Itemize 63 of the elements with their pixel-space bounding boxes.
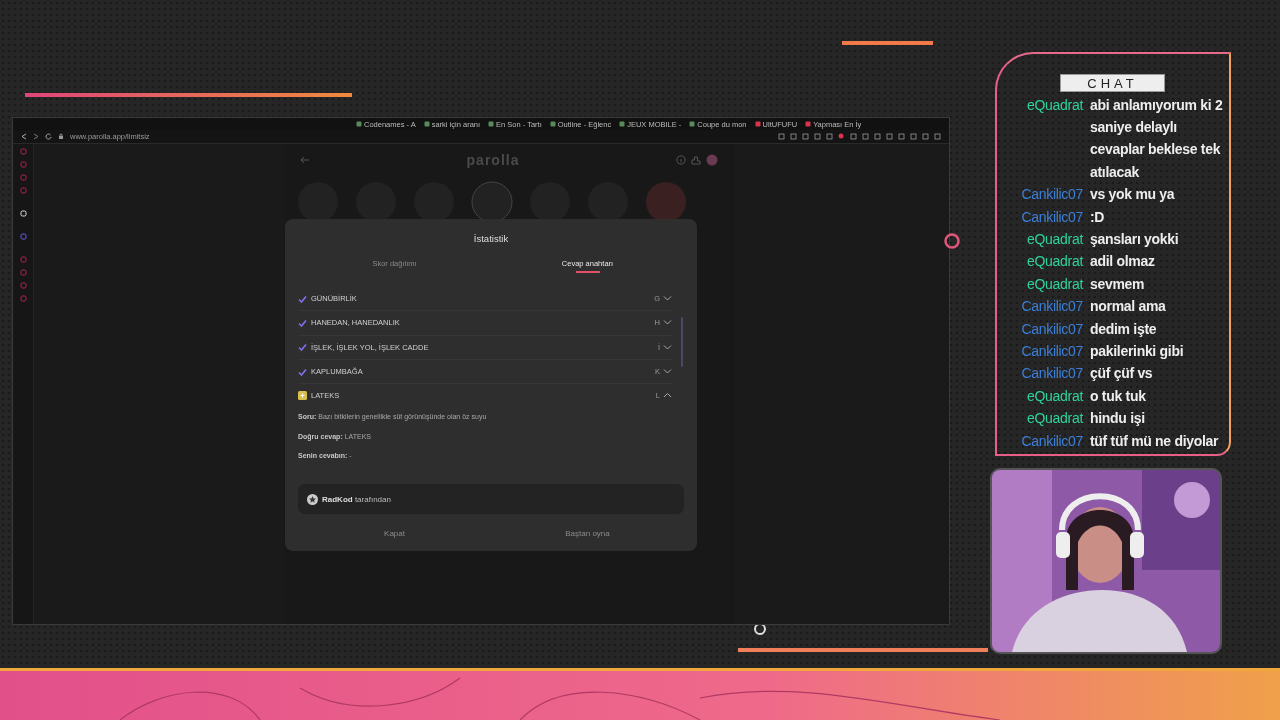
dialog-button[interactable]: Kapat bbox=[298, 528, 491, 539]
tab-favicon-icon bbox=[619, 121, 626, 127]
record-icon bbox=[838, 133, 845, 140]
chat-username: Cankilic07 bbox=[1020, 341, 1083, 361]
check-icon bbox=[298, 367, 307, 376]
chat-message: normal ama bbox=[1090, 297, 1167, 317]
tab-favicon-icon bbox=[689, 121, 696, 127]
tab-favicon-icon bbox=[805, 121, 812, 127]
chat-username: eQuadrat bbox=[1026, 252, 1083, 272]
check-icon bbox=[298, 294, 307, 303]
check-icon bbox=[298, 343, 307, 352]
plus-icon bbox=[298, 391, 307, 401]
forward-icon bbox=[33, 133, 39, 140]
chat-message: o tuk tuk bbox=[1090, 386, 1147, 406]
expand-chevron-icon[interactable] bbox=[663, 295, 672, 303]
scrollbar-thumb[interactable] bbox=[681, 317, 683, 367]
chat-title: CHAT bbox=[1060, 74, 1165, 92]
avatar-icon bbox=[706, 154, 718, 166]
expand-chevron-icon[interactable] bbox=[663, 368, 672, 376]
chat-username: Cankilic07 bbox=[1020, 207, 1083, 227]
chat-username: Cankilic07 bbox=[1020, 431, 1083, 451]
chat-message: şansları yokki bbox=[1090, 229, 1180, 249]
tab-favicon-icon bbox=[488, 121, 495, 127]
check-icon bbox=[298, 318, 307, 327]
chart-icon bbox=[691, 155, 701, 165]
chat-username: Cankilic07 bbox=[1020, 319, 1083, 339]
chat-username: eQuadrat bbox=[1026, 229, 1083, 249]
reload-icon bbox=[45, 133, 52, 140]
chat-username: Cankilic07 bbox=[1020, 364, 1083, 384]
tab-favicon-icon bbox=[754, 121, 761, 127]
chat-message: vs yok mu ya bbox=[1090, 185, 1176, 205]
tab-favicon-icon bbox=[423, 121, 430, 127]
chat-username: eQuadrat bbox=[1026, 409, 1083, 429]
chat-username: eQuadrat bbox=[1026, 95, 1083, 115]
chat-message: sevmem bbox=[1090, 274, 1146, 294]
expand-chevron-icon[interactable] bbox=[663, 319, 672, 327]
chat-message: dedim işte bbox=[1090, 319, 1158, 339]
back-icon bbox=[21, 133, 27, 140]
sidebar-icon bbox=[19, 233, 27, 240]
credit-text: RadKod tarafından bbox=[322, 494, 391, 504]
chat-username: eQuadrat bbox=[1026, 386, 1083, 406]
chat-message: pakilerinki gibi bbox=[1090, 341, 1185, 361]
chat-message: hindu işi bbox=[1090, 409, 1146, 429]
chat-message: tüf tüf mü ne diyolar bbox=[1090, 431, 1220, 451]
collapse-chevron-icon[interactable] bbox=[663, 392, 672, 400]
sidebar-icon bbox=[19, 210, 27, 217]
chat-username: eQuadrat bbox=[1026, 274, 1083, 294]
back-arrow-icon bbox=[300, 156, 310, 164]
ring-icon bbox=[944, 233, 960, 249]
lock-icon bbox=[58, 133, 64, 140]
chat-message: :D bbox=[1090, 207, 1106, 227]
chat-message: adil olmaz bbox=[1090, 252, 1156, 272]
tab-favicon-icon bbox=[356, 121, 362, 127]
dialog-title: İstatistik bbox=[472, 233, 510, 244]
star-icon bbox=[307, 493, 318, 505]
chat-username: Cankilic07 bbox=[1020, 297, 1083, 317]
dialog-button[interactable]: Baştan oyna bbox=[491, 528, 684, 539]
info-icon bbox=[676, 155, 686, 165]
tab-favicon-icon bbox=[549, 121, 556, 127]
chat-username: Cankilic07 bbox=[1020, 185, 1083, 205]
ring-icon bbox=[753, 622, 767, 636]
expand-chevron-icon[interactable] bbox=[663, 343, 672, 351]
chat-message: çüf çüf vs bbox=[1090, 364, 1154, 384]
